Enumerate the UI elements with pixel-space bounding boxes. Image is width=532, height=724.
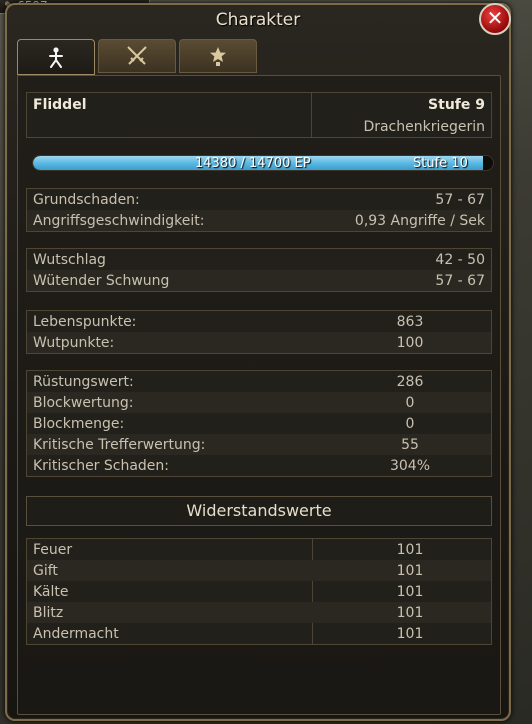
name-panel: Fliddel Stufe 9 Drachenkriegerin (26, 92, 492, 138)
trophy-icon (210, 47, 226, 66)
stat-row: Wutpunkte: 100 (27, 332, 491, 353)
stat-value: 0,93 Angriffe / Sek (354, 212, 485, 229)
stat-row: Kritische Trefferwertung: 55 (27, 434, 491, 455)
stat-label: Blockwertung: (33, 394, 134, 411)
stat-value: 0 (405, 415, 415, 432)
character-sheet: Fliddel Stufe 9 Drachenkriegerin 14380 /… (17, 75, 501, 715)
stat-row: Rüstungswert: 286 (27, 371, 491, 392)
tab-achievements[interactable] (179, 39, 257, 73)
resistance-row: Gift 101 (27, 560, 491, 581)
xp-bar: 14380 / 14700 EP Stufe 10 (32, 155, 494, 171)
resistance-value: 101 (396, 625, 424, 642)
character-class: Drachenkriegerin (363, 119, 485, 135)
tab-skills[interactable] (98, 39, 176, 73)
abilities-panel: Wutschlag 42 - 50 Wütender Schwung 57 - … (26, 248, 492, 292)
stat-label: Wutpunkte: (33, 334, 115, 351)
stat-row: Angriffsgeschwindigkeit: 0,93 Angriffe /… (27, 210, 491, 231)
resistance-label: Gift (33, 562, 58, 579)
stat-label: Kritischer Schaden: (33, 457, 170, 474)
resistance-label: Andermacht (33, 625, 119, 642)
stat-value: 863 (396, 313, 424, 330)
defense-panel: Rüstungswert: 286 Blockwertung: 0 Blockm… (26, 370, 492, 477)
resistance-row: Andermacht 101 (27, 623, 491, 644)
resistance-value: 101 (396, 583, 424, 600)
resistances-panel: Feuer 101 Gift 101 Kälte 101 Blitz 101 A… (26, 538, 492, 645)
character-level: Stufe 9 (428, 97, 485, 113)
stat-label: Angriffsgeschwindigkeit: (33, 212, 205, 229)
stat-label: Kritische Trefferwertung: (33, 436, 206, 453)
ability-row: Wutschlag 42 - 50 (27, 249, 491, 270)
resistance-value: 101 (396, 604, 424, 621)
stat-value: 57 - 67 (435, 191, 485, 208)
resistance-label: Blitz (33, 604, 64, 621)
stat-row: Blockmenge: 0 (27, 413, 491, 434)
resistance-label: Kälte (33, 583, 69, 600)
resistances-heading: Widerstandswerte (26, 496, 492, 526)
stat-label: Grundschaden: (33, 191, 140, 208)
close-button[interactable]: ✕ (479, 3, 511, 35)
tab-bar (17, 39, 257, 75)
resistance-label: Feuer (33, 541, 73, 558)
ability-value: 57 - 67 (435, 272, 485, 289)
resistance-value: 101 (396, 562, 424, 579)
resistance-row: Kälte 101 (27, 581, 491, 602)
xp-text: 14380 / 14700 EP (195, 156, 311, 171)
stat-label: Lebenspunkte: (33, 313, 137, 330)
stat-row: Lebenspunkte: 863 (27, 311, 491, 332)
resistance-value: 101 (396, 541, 424, 558)
character-name: Fliddel (33, 97, 87, 113)
window-title: Charakter (215, 10, 301, 30)
xp-next-level: Stufe 10 (413, 156, 468, 171)
ability-value: 42 - 50 (435, 251, 485, 268)
stat-value: 100 (396, 334, 424, 351)
stat-value: 286 (396, 373, 424, 390)
close-icon: ✕ (486, 6, 504, 30)
person-icon (49, 47, 63, 68)
stat-value: 55 (401, 436, 419, 453)
crossed-swords-icon (127, 46, 147, 65)
stat-row: Blockwertung: 0 (27, 392, 491, 413)
stat-label: Rüstungswert: (33, 373, 134, 390)
ability-label: Wütender Schwung (33, 272, 170, 289)
resistance-row: Feuer 101 (27, 539, 491, 560)
stat-label: Blockmenge: (33, 415, 125, 432)
resources-panel: Lebenspunkte: 863 Wutpunkte: 100 (26, 310, 492, 354)
resistance-row: Blitz 101 (27, 602, 491, 623)
stat-value: 0 (405, 394, 415, 411)
stat-row: Kritischer Schaden: 304% (27, 455, 491, 476)
damage-panel: Grundschaden: 57 - 67 Angriffsgeschwindi… (26, 188, 492, 232)
tab-character[interactable] (17, 39, 95, 75)
ability-label: Wutschlag (33, 251, 106, 268)
stat-value: 304% (389, 457, 431, 474)
character-window: Charakter ✕ Fliddel Stufe 9 Drachenkrieg… (5, 3, 511, 721)
ability-row: Wütender Schwung 57 - 67 (27, 270, 491, 291)
stat-row: Grundschaden: 57 - 67 (27, 189, 491, 210)
